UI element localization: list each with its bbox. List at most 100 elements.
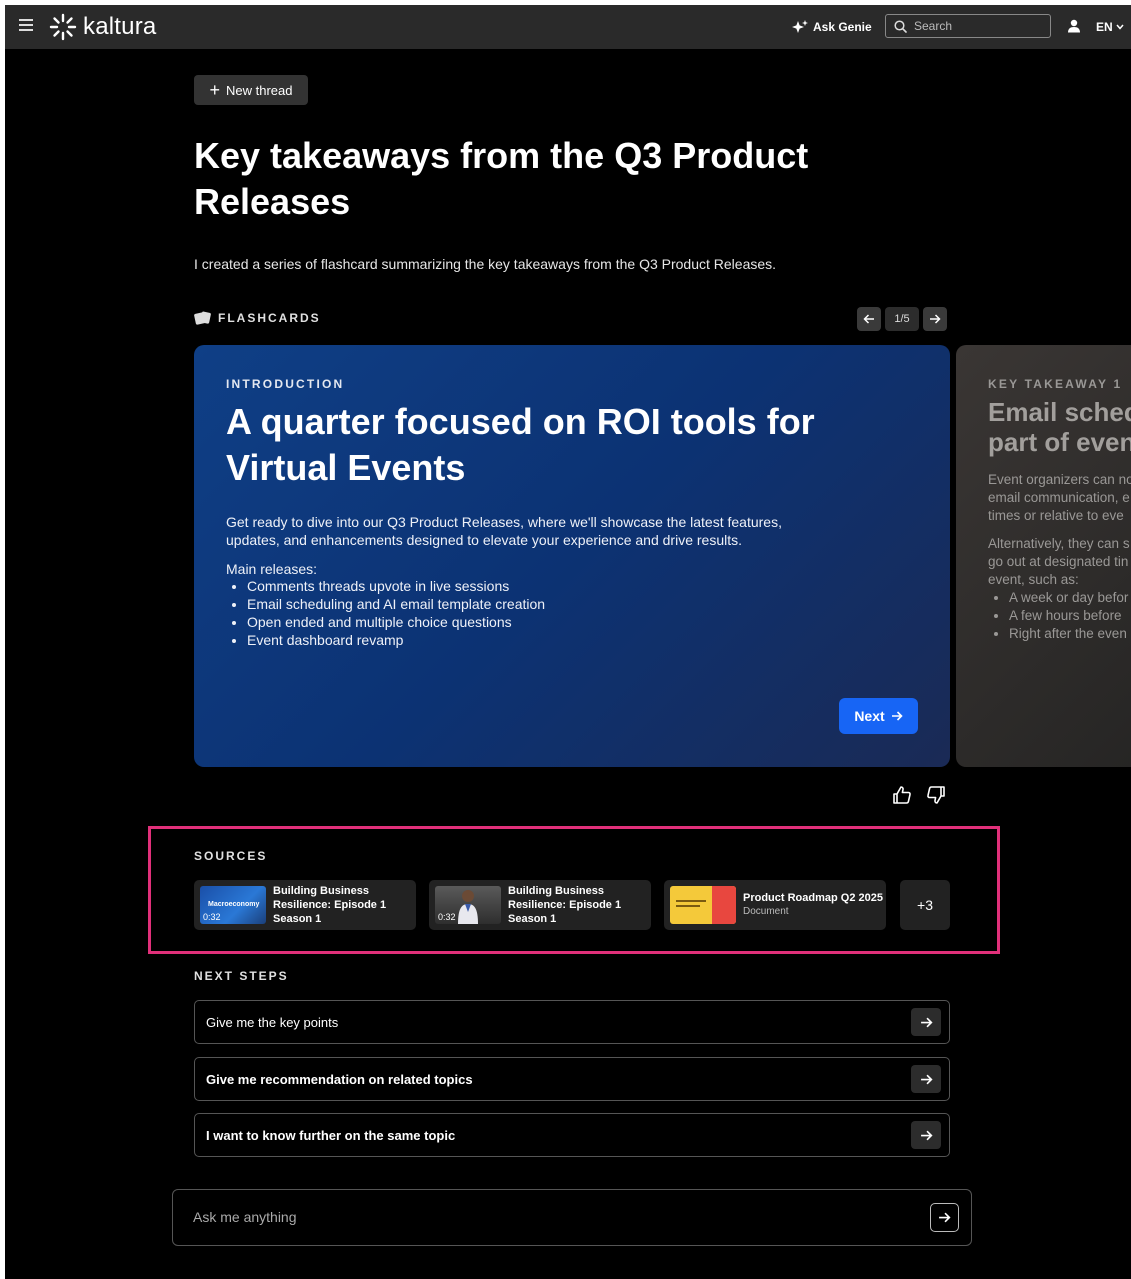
next-step-item[interactable]: Give me the key points — [194, 1000, 950, 1044]
flashcards-icon — [194, 311, 211, 325]
flashcards-label: FLASHCARDS — [194, 311, 321, 325]
list-item: Email scheduling and AI email template c… — [247, 595, 918, 613]
more-sources-button[interactable]: +3 — [900, 880, 950, 930]
list-item: A week or day befor — [1009, 589, 1131, 607]
thumbnail-line — [676, 905, 700, 907]
document-thumbnail — [670, 886, 736, 924]
card-title-line: part of event — [988, 427, 1131, 457]
video-duration: 0:32 — [203, 912, 221, 922]
list-item: Open ended and multiple choice questions — [247, 613, 918, 631]
language-label: EN — [1096, 20, 1113, 34]
video-thumbnail: Macroeconomy 0:32 — [200, 886, 266, 924]
menu-icon[interactable] — [19, 19, 33, 31]
arrow-right-icon — [920, 1074, 933, 1084]
next-step-label: Give me recommendation on related topics — [206, 1071, 473, 1087]
list-item: Event dashboard revamp — [247, 631, 918, 649]
list-item: Comments threads upvote in live sessions — [247, 577, 918, 595]
new-thread-button[interactable]: + New thread — [194, 75, 308, 105]
source-card[interactable]: 0:32 Building Business Resilience: Episo… — [429, 880, 651, 930]
page-title: Key takeaways from the Q3 Product Releas… — [194, 135, 809, 222]
send-button[interactable] — [930, 1203, 959, 1232]
kaltura-logo-icon — [49, 13, 77, 41]
source-title: Building Business Resilience: Episode 1 … — [273, 885, 387, 925]
next-button[interactable]: Next — [839, 698, 918, 734]
body-line: times or relative to eve — [988, 508, 1124, 523]
thumbnail-accent — [712, 886, 736, 924]
card-subheading: Main releases: — [226, 561, 318, 577]
arrow-right-icon — [891, 711, 903, 721]
search-icon — [894, 19, 907, 33]
card-eyebrow: KEY TAKEAWAY 1 — [988, 377, 1123, 391]
release-list: Comments threads upvote in live sessions… — [226, 577, 918, 649]
card-body: Alternatively, they can s go out at desi… — [988, 535, 1131, 589]
source-info: Product Roadmap Q2 2025 Document — [743, 891, 883, 919]
thumbnail-tag: Macroeconomy — [208, 901, 260, 908]
arrow-right-icon — [920, 1130, 933, 1140]
source-type: Document — [743, 906, 789, 917]
next-label: Next — [854, 708, 885, 724]
intro-text: I created a series of flashcard summariz… — [194, 256, 777, 272]
next-card-button[interactable] — [923, 307, 947, 331]
next-step-item[interactable]: I want to know further on the same topic — [194, 1113, 950, 1157]
flashcards-label-text: FLASHCARDS — [218, 311, 321, 325]
prev-card-button[interactable] — [857, 307, 881, 331]
app-frame: kaltura Ask Genie EN — [5, 5, 1131, 1279]
flashcard-next[interactable]: KEY TAKEAWAY 1 Email schedu part of even… — [956, 345, 1131, 767]
body-line: Alternatively, they can s — [988, 536, 1130, 551]
card-body: Event organizers can no email communicat… — [988, 471, 1131, 525]
source-card[interactable]: Product Roadmap Q2 2025 Document — [664, 880, 886, 930]
source-card[interactable]: Macroeconomy 0:32 Building Business Resi… — [194, 880, 416, 930]
body-line: email communication, e — [988, 490, 1130, 505]
card-title: Email schedu part of event — [988, 397, 1131, 457]
takeaway-list: A week or day befor A few hours before R… — [988, 589, 1131, 643]
arrow-left-icon — [863, 314, 874, 324]
ask-genie-label: Ask Genie — [813, 20, 872, 34]
top-bar: kaltura Ask Genie EN — [5, 5, 1131, 49]
person-icon — [458, 890, 478, 924]
next-steps-label: NEXT STEPS — [194, 969, 289, 983]
logo-text: kaltura — [83, 13, 157, 40]
chevron-down-icon — [1116, 24, 1124, 30]
video-duration: 0:32 — [438, 912, 456, 922]
thumbs-down-icon[interactable] — [926, 785, 946, 805]
arrow-right-icon — [920, 1017, 933, 1027]
new-thread-label: New thread — [226, 82, 293, 98]
card-title: A quarter focused on ROI tools for Virtu… — [226, 401, 815, 488]
ask-genie-button[interactable]: Ask Genie — [791, 19, 872, 35]
list-item: Right after the even — [1009, 625, 1131, 643]
list-item: A few hours before — [1009, 607, 1131, 625]
arrow-right-icon — [930, 314, 941, 324]
language-selector[interactable]: EN — [1096, 20, 1124, 34]
card-title-line: Email schedu — [988, 397, 1131, 427]
body-line: go out at designated tin — [988, 554, 1129, 569]
flashcard-pager: 1/5 — [857, 307, 947, 331]
next-step-arrow[interactable] — [911, 1065, 941, 1093]
thumbnail-line — [676, 900, 706, 902]
card-counter: 1/5 — [885, 307, 919, 331]
next-step-label: Give me the key points — [206, 1014, 339, 1030]
sparkle-icon — [792, 20, 808, 33]
next-step-arrow[interactable] — [911, 1008, 941, 1036]
card-body: Get ready to dive into our Q3 Product Re… — [226, 514, 782, 548]
arrow-right-icon — [939, 1212, 951, 1223]
ask-input[interactable] — [191, 1208, 895, 1226]
next-step-label: I want to know further on the same topic — [206, 1127, 456, 1143]
plus-icon: + — [209, 80, 221, 100]
feedback — [892, 785, 960, 805]
source-title: Product Roadmap Q2 2025 — [743, 892, 883, 904]
card-eyebrow: INTRODUCTION — [226, 377, 345, 391]
next-step-arrow[interactable] — [911, 1121, 941, 1149]
search-input[interactable] — [912, 18, 1046, 34]
search-box[interactable] — [885, 14, 1051, 38]
source-title: Building Business Resilience: Episode 1 … — [508, 885, 622, 925]
thumbs-up-icon[interactable] — [892, 785, 912, 805]
body-line: Event organizers can no — [988, 472, 1131, 487]
user-icon[interactable] — [1067, 19, 1081, 33]
logo[interactable]: kaltura — [49, 13, 156, 41]
body-line: event, such as: — [988, 572, 1079, 587]
flashcard-current: INTRODUCTION A quarter focused on ROI to… — [194, 345, 950, 767]
sources-label: SOURCES — [194, 849, 268, 863]
video-thumbnail: 0:32 — [435, 886, 501, 924]
ask-box — [172, 1189, 972, 1246]
next-step-item[interactable]: Give me recommendation on related topics — [194, 1057, 950, 1101]
